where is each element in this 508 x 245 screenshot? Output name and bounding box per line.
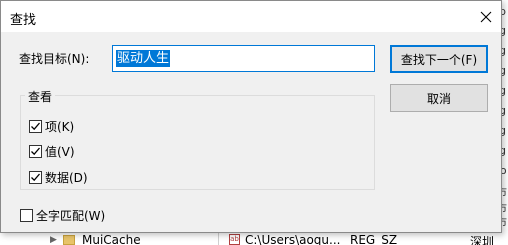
- checkbox[interactable]: [20, 209, 33, 222]
- checkbox[interactable]: [29, 171, 42, 184]
- checkbox[interactable]: [29, 145, 42, 158]
- column-divider: [218, 231, 219, 245]
- find-what-label: 查找目标(N):: [19, 52, 90, 66]
- dialog-title: 查找: [10, 13, 37, 28]
- option-values-label: 值(V): [45, 145, 75, 159]
- look-at-group-title: 查看: [25, 88, 56, 105]
- checkbox[interactable]: [29, 120, 42, 133]
- folder-icon: [63, 235, 75, 245]
- background-registry-row: ▶ MuiCache ab C:\Users\aoqu... REG_SZ 深圳: [0, 231, 508, 245]
- option-values[interactable]: 值(V): [29, 143, 75, 160]
- cancel-button[interactable]: 取消: [390, 84, 488, 112]
- option-data-label: 数据(D): [45, 171, 88, 185]
- checkmark-icon: [31, 173, 40, 182]
- dialog-titlebar[interactable]: 查找: [1, 1, 501, 32]
- close-icon: [480, 11, 492, 22]
- tree-item-label[interactable]: MuiCache: [82, 233, 141, 245]
- find-dialog: 查找 查找目标(N): 驱动人生 查找下一个(F) 取消 查看 项(K) 值(V…: [0, 0, 502, 233]
- checkmark-icon: [31, 122, 40, 131]
- string-value-icon: ab: [229, 234, 240, 245]
- find-what-value: 驱动人生: [116, 50, 171, 67]
- value-type: REG_SZ: [350, 233, 398, 245]
- option-keys-label: 项(K): [45, 120, 75, 134]
- find-what-input[interactable]: 驱动人生: [112, 45, 375, 72]
- close-button[interactable]: [471, 1, 501, 32]
- checkmark-icon: [31, 147, 40, 156]
- option-data[interactable]: 数据(D): [29, 169, 88, 186]
- find-next-button[interactable]: 查找下一个(F): [390, 45, 488, 73]
- value-name[interactable]: C:\Users\aoqu...: [245, 233, 340, 245]
- value-data: 深圳: [470, 235, 495, 245]
- match-whole-string[interactable]: 全字匹配(W): [20, 207, 105, 224]
- option-keys[interactable]: 项(K): [29, 118, 74, 135]
- match-whole-string-label: 全字匹配(W): [36, 209, 106, 223]
- tree-expander-icon[interactable]: ▶: [50, 235, 57, 245]
